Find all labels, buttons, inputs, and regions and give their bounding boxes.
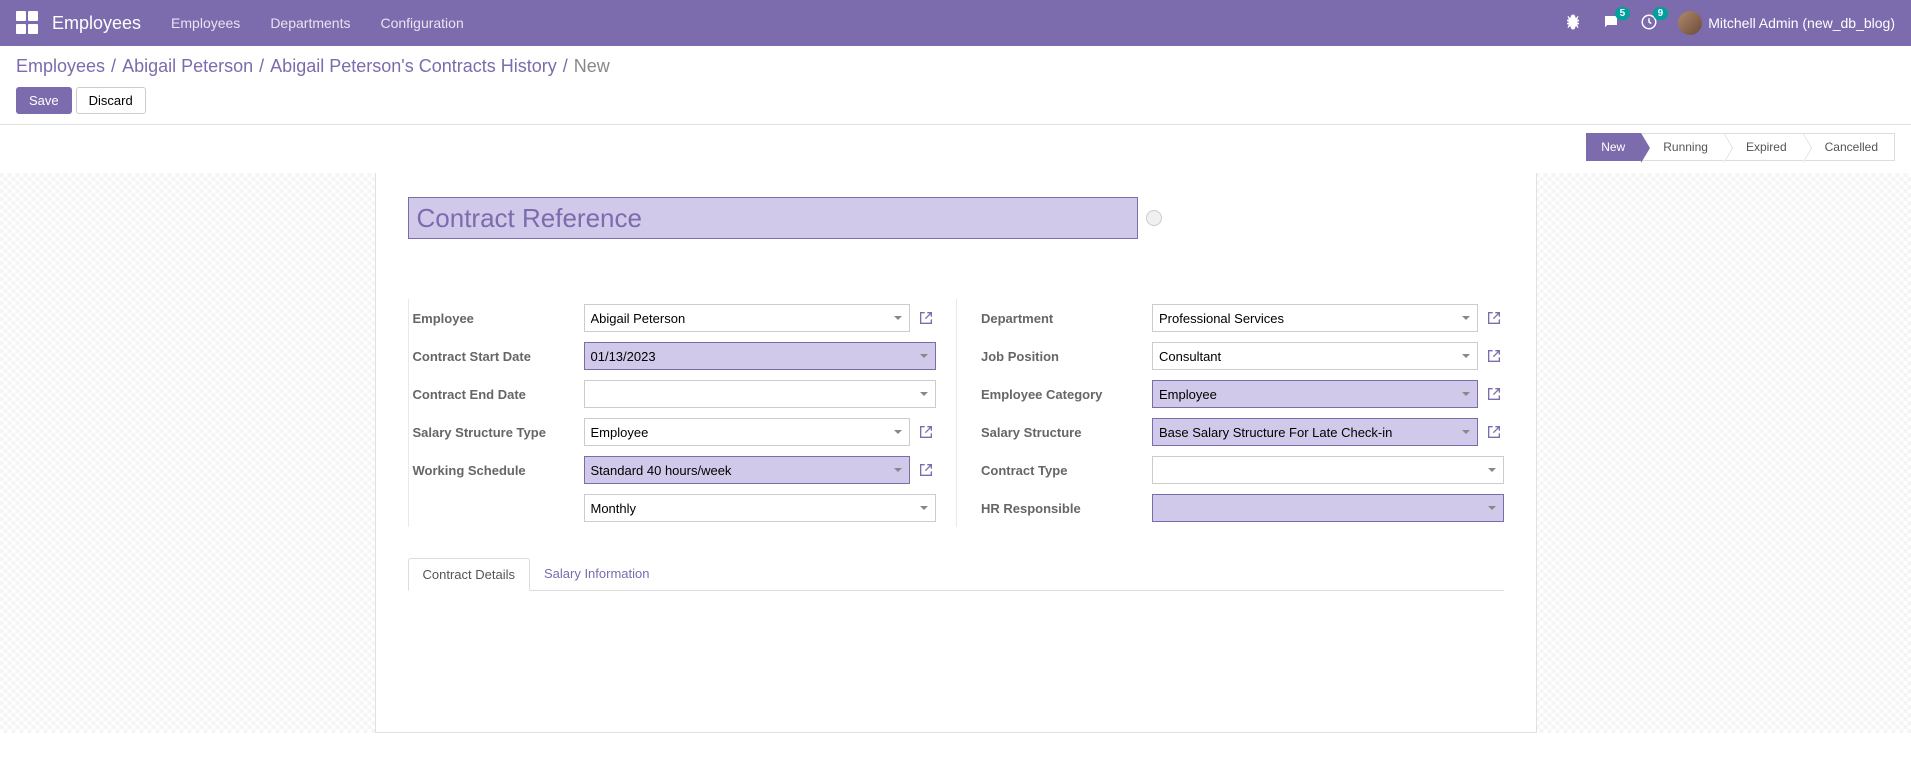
label-start-date: Contract Start Date [409, 349, 584, 364]
label-hr-responsible: HR Responsible [977, 501, 1152, 516]
navbar-menu-employees[interactable]: Employees [171, 15, 240, 31]
label-job-position: Job Position [977, 349, 1152, 364]
label-salary-struct-type: Salary Structure Type [409, 425, 584, 440]
external-link-icon[interactable] [916, 422, 936, 442]
messages-badge: 5 [1615, 7, 1631, 20]
label-employee-category: Employee Category [977, 387, 1152, 402]
label-end-date: Contract End Date [409, 387, 584, 402]
control-panel: Employees / Abigail Peterson / Abigail P… [0, 46, 1911, 125]
statusbar-row: New Running Expired Cancelled [0, 125, 1911, 173]
tab-salary-information[interactable]: Salary Information [530, 558, 664, 591]
external-link-icon[interactable] [1484, 308, 1504, 328]
breadcrumb: Employees / Abigail Peterson / Abigail P… [16, 56, 1895, 77]
external-link-icon[interactable] [1484, 346, 1504, 366]
hr-responsible-field[interactable] [1152, 494, 1504, 522]
pay-interval-field[interactable] [584, 494, 937, 522]
form-grid: Employee Contract Start Date Contract En… [408, 299, 1504, 527]
navbar-menu-departments[interactable]: Departments [270, 15, 350, 31]
navbar-right: 5 9 Mitchell Admin (new_db_blog) [1564, 11, 1895, 35]
actions: Save Discard [16, 87, 1895, 114]
navbar-menu: Employees Departments Configuration [171, 15, 464, 31]
status-running[interactable]: Running [1641, 133, 1724, 161]
status-expired[interactable]: Expired [1724, 133, 1803, 161]
breadcrumb-current: New [574, 56, 610, 77]
statusbar: New Running Expired Cancelled [1586, 133, 1895, 161]
tabs: Contract Details Salary Information [408, 557, 1504, 591]
start-date-field[interactable] [584, 342, 937, 370]
bug-icon[interactable] [1564, 13, 1582, 34]
form-col-right: Department Job Position Employee Categor… [956, 299, 1504, 527]
avatar [1678, 11, 1702, 35]
main-background: Employee Contract Start Date Contract En… [0, 173, 1911, 733]
kanban-state-dot[interactable] [1146, 210, 1162, 226]
form-sheet: Employee Contract Start Date Contract En… [375, 173, 1537, 733]
label-employee: Employee [409, 311, 584, 326]
external-link-icon[interactable] [1484, 384, 1504, 404]
external-link-icon[interactable] [916, 308, 936, 328]
contract-reference-input[interactable] [408, 197, 1138, 239]
user-name: Mitchell Admin (new_db_blog) [1708, 15, 1895, 31]
salary-structure-field[interactable] [1152, 418, 1478, 446]
apps-icon[interactable] [16, 11, 40, 35]
salary-struct-type-field[interactable] [584, 418, 911, 446]
form-col-left: Employee Contract Start Date Contract En… [409, 299, 937, 527]
label-department: Department [977, 311, 1152, 326]
activities-icon[interactable]: 9 [1640, 13, 1658, 34]
navbar-menu-configuration[interactable]: Configuration [380, 15, 463, 31]
user-menu[interactable]: Mitchell Admin (new_db_blog) [1678, 11, 1895, 35]
label-working-schedule: Working Schedule [409, 463, 584, 478]
job-position-field[interactable] [1152, 342, 1478, 370]
working-schedule-field[interactable] [584, 456, 911, 484]
messages-icon[interactable]: 5 [1602, 13, 1620, 34]
external-link-icon[interactable] [916, 460, 936, 480]
breadcrumb-contracts[interactable]: Abigail Peterson's Contracts History [270, 56, 557, 77]
label-contract-type: Contract Type [977, 463, 1152, 478]
discard-button[interactable]: Discard [76, 87, 146, 114]
app-title[interactable]: Employees [52, 13, 141, 34]
breadcrumb-employees[interactable]: Employees [16, 56, 105, 77]
breadcrumb-employee[interactable]: Abigail Peterson [122, 56, 253, 77]
activities-badge: 9 [1653, 7, 1669, 20]
end-date-field[interactable] [584, 380, 937, 408]
external-link-icon[interactable] [1484, 422, 1504, 442]
contract-type-field[interactable] [1152, 456, 1504, 484]
title-row [408, 197, 1504, 239]
status-cancelled[interactable]: Cancelled [1803, 133, 1895, 161]
save-button[interactable]: Save [16, 87, 72, 114]
employee-category-field[interactable] [1152, 380, 1478, 408]
employee-field[interactable] [584, 304, 911, 332]
department-field[interactable] [1152, 304, 1478, 332]
label-salary-structure: Salary Structure [977, 425, 1152, 440]
navbar: Employees Employees Departments Configur… [0, 0, 1911, 46]
tab-contract-details[interactable]: Contract Details [408, 558, 530, 591]
status-new[interactable]: New [1586, 133, 1641, 161]
